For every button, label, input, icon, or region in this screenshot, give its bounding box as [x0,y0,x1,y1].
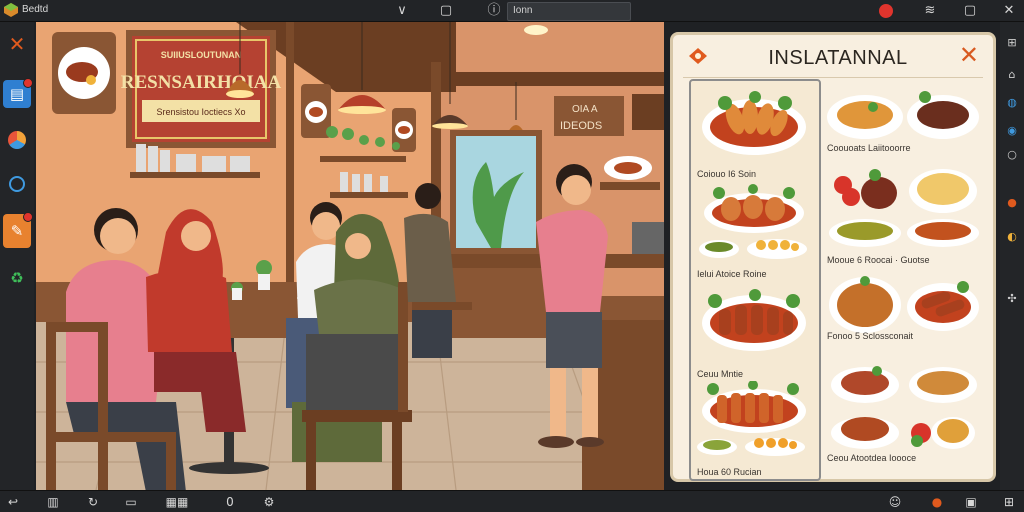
menu-title: INSLATANNAL [768,47,908,69]
grid-icon[interactable]: ⊞ [1003,34,1021,52]
home-icon[interactable]: ⌂ [1003,66,1021,84]
title-bar: Bedtd ∨ ▢ ⓘ Ionn ≋ ▢ ✕ [0,0,1024,22]
sign-top-text: SUIIUSLOUTUNAN [161,50,242,60]
food-image [827,91,979,139]
menu-item[interactable]: Fonoo 5 Sclossconait [825,273,985,369]
wifi-icon[interactable]: ≋ [921,2,939,20]
menu-item[interactable]: Ceou Atootdea Ioooce [825,363,985,463]
menu-item[interactable]: Houa 60 Rucian [695,380,813,477]
tools-icon[interactable]: ✎ [3,212,33,248]
message-icon[interactable]: ▣ [962,493,980,511]
menu-item-name: Ielui Atoice Roine [697,269,767,279]
alert-icon[interactable]: ● [928,493,946,511]
menu-item-name: Coiouo I6 Soin [697,169,757,179]
chevron-down-icon[interactable]: ∨ [393,2,411,20]
right-sidebar: ⊞ ⌂ ◍ ◉ ○ ● ◐ ✣ [1000,22,1024,490]
info-icon[interactable]: ◐ [1003,228,1021,246]
refresh-icon[interactable]: ◍ [1003,94,1021,112]
menu-item-name: Coouoats Laiitooorre [827,143,911,153]
food-image [831,366,977,449]
close-icon[interactable]: ✕ [959,41,979,69]
smile-icon[interactable]: ☺ [886,493,904,511]
wall-sign-2: IDEODS [560,120,602,132]
menu-item[interactable]: Coiouo I6 Soin [695,83,813,179]
food-image [697,380,806,456]
address-field[interactable]: Ionn [507,2,631,21]
alert-icon[interactable]: ● [1003,194,1021,212]
menu-item-name: Ceou Atootdea Ioooce [827,453,917,463]
menu-item[interactable]: Mooue 6 Roocai · Guotse [825,165,985,265]
food-image [699,184,807,259]
menu-item-name: Houa 60 Rucian [697,467,762,477]
settings-icon[interactable]: ⚙ [260,493,278,511]
food-image [829,276,979,333]
window-icon[interactable]: ▭ [122,493,140,511]
food-image [829,169,979,247]
wall-sign-1: OIA A [572,104,598,115]
menu-item-name: Mooue 6 Roocai · Guotse [827,255,930,265]
settings-icon[interactable]: ◉ [1003,122,1021,140]
bar-chart-icon[interactable]: ▥ [44,493,62,511]
left-sidebar: ✕ ▤ ✎ ♻ [0,22,34,490]
restaurant-scene: SUIIUSLOUTUNAN RESNSAIRHOIAA Srensistou … [36,22,664,490]
link-icon[interactable]: ✣ [1003,290,1021,308]
menu-left-column: Coiouo I6 Soin Ielui Atoice Roine Ceuu M… [689,79,821,481]
grid-icon[interactable]: ▦▦ [160,493,194,511]
menu-item-name: Fonoo 5 Sclossconait [827,331,914,341]
recycle-icon[interactable]: ♻ [3,264,31,292]
browser-icon[interactable] [3,126,31,154]
zero-icon[interactable]: 0 [221,493,239,511]
close-icon[interactable]: ✕ [3,30,31,58]
eye-icon[interactable] [3,170,31,198]
sign-main-text: RESNSAIRHOIAA [121,72,282,93]
grid2-icon[interactable]: ⊞ [1000,493,1018,511]
menu-panel: INSLATANNAL ✕ Coiouo I6 Soin Ielui Atoic… [670,32,996,482]
document-icon[interactable]: ▤ [3,78,33,108]
copy-icon[interactable]: ▢ [961,2,979,20]
food-image [702,289,806,351]
restaurant-illustration: SUIIUSLOUTUNAN RESNSAIRHOIAA Srensistou … [36,22,664,490]
dot-icon[interactable]: ○ [1003,146,1021,164]
back-icon[interactable]: ↩ [4,493,22,511]
app-logo [4,3,18,17]
menu-item[interactable]: Ceuu Mntie [695,283,813,379]
record-icon[interactable] [877,2,895,20]
info-icon[interactable]: ⓘ [485,2,503,20]
menu-item[interactable]: Ielui Atoice Roine [695,183,813,279]
menu-item-name: Ceuu Mntie [697,369,744,379]
food-image [702,91,806,155]
close-icon[interactable]: ✕ [1000,2,1018,20]
divider [683,77,983,78]
refresh-icon[interactable]: ↻ [84,493,102,511]
bottom-taskbar: ↩ ▥ ↻ ▭ ▦▦ 0 ⚙ ☺ ● ▣ ⊞ [0,490,1024,512]
app-title: Bedtd [22,4,49,15]
square-icon[interactable]: ▢ [437,2,455,20]
sign-sub-text: Srensistou Ioctiecs Xo [156,107,245,117]
menu-logo-icon [689,48,707,64]
